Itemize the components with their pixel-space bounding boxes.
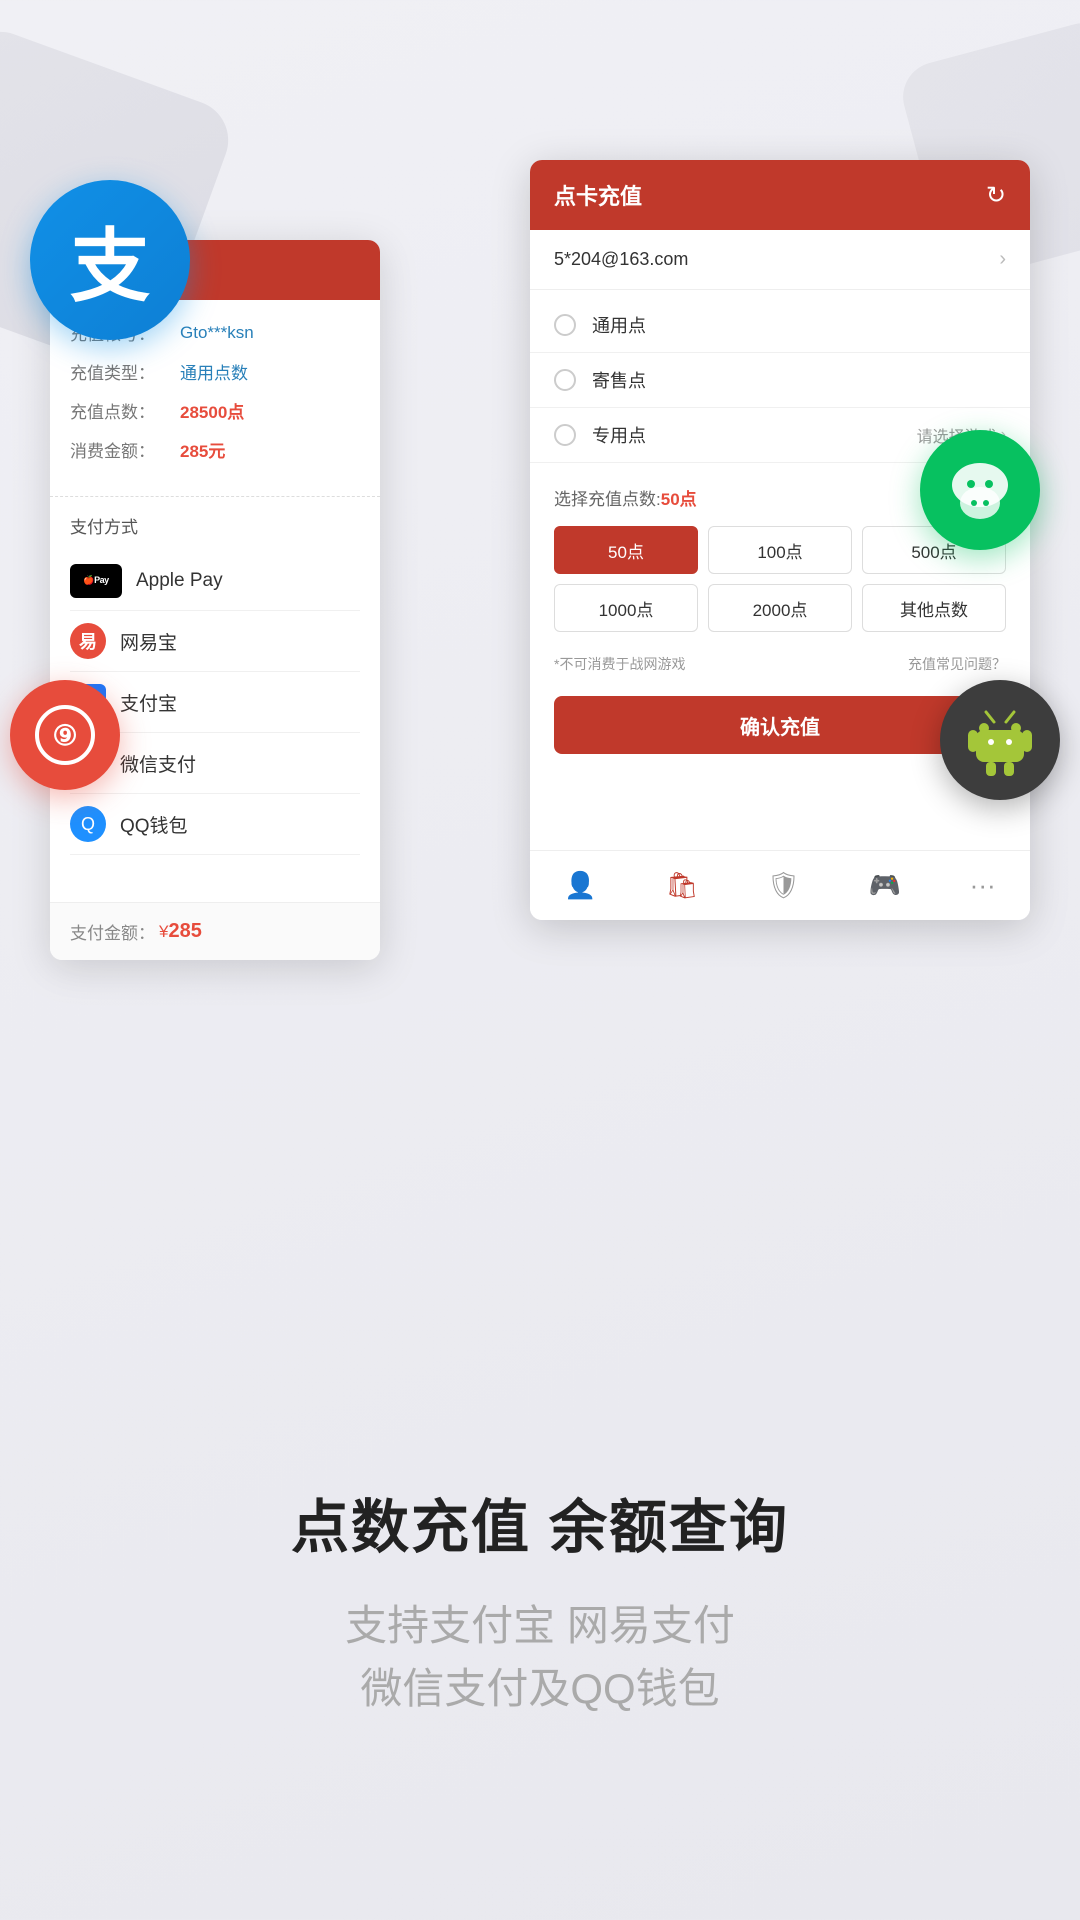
nav-more[interactable]: ···	[970, 870, 996, 901]
amount-label: 消费金额：	[70, 437, 180, 462]
email-value: 5*204@163.com	[554, 249, 688, 270]
points-value: 28500点	[180, 398, 244, 423]
points-btn-50[interactable]: 50点	[554, 526, 698, 574]
nav-shop[interactable]: 🛍	[665, 870, 698, 901]
qq-wallet-label: QQ钱包	[120, 811, 188, 838]
qq-icon: Q	[70, 806, 106, 842]
alipay-label: 支付宝	[120, 689, 177, 716]
type-value: 通用点数	[180, 359, 248, 384]
order-type-row: 充值类型： 通用点数	[70, 359, 360, 384]
float-alipay-icon: 支	[30, 180, 190, 340]
faq-link[interactable]: 充值常见问题？	[908, 654, 1006, 674]
points-btn-other[interactable]: 其他点数	[862, 584, 1006, 632]
apple-pay-icon: 🍎Pay	[70, 564, 122, 598]
left-card: 订单确认 充值帐号： Gto***ksn 充值类型： 通用点数 充值点数： 28…	[50, 240, 380, 960]
bottom-text-section: 点数充值 余额查询 支持支付宝 网易支付 微信支付及QQ钱包	[0, 1480, 1080, 1720]
points-selected-label: 50点	[661, 490, 697, 509]
wechat-svg	[945, 455, 1015, 525]
netease-icon: 易	[70, 623, 106, 659]
option-consignment-label: 寄售点	[592, 367, 646, 393]
order-points-row: 充值点数： 28500点	[70, 398, 360, 423]
total-symbol: ¥	[159, 922, 168, 942]
netease-pay-option[interactable]: 易 网易宝	[70, 611, 360, 672]
payment-title: 支付方式	[70, 513, 360, 538]
main-title: 点数充值 余额查询	[60, 1480, 1020, 1564]
apple-pay-label: Apple Pay	[136, 570, 223, 592]
right-card-title: 点卡充值	[554, 179, 642, 211]
disclaimer: *不可消费于战网游戏 充值常见问题？	[530, 648, 1030, 680]
option-general-label: 通用点	[592, 312, 646, 338]
confirm-button[interactable]: 确认充值	[554, 696, 1006, 754]
order-amount-row: 消费金额： 285元	[70, 437, 360, 462]
nav-game[interactable]: 🎮	[869, 870, 901, 901]
apple-pay-option[interactable]: 🍎Pay Apple Pay	[70, 552, 360, 611]
total-amount: 285	[168, 920, 201, 943]
alipay-char: 支	[70, 202, 150, 318]
qq-wallet-option[interactable]: Q QQ钱包	[70, 794, 360, 855]
option-general[interactable]: 通用点	[530, 298, 1030, 353]
svg-text:⑨: ⑨	[52, 720, 77, 751]
right-card-header: 点卡充值 ↻	[530, 160, 1030, 230]
radio-general	[554, 314, 576, 336]
option-consignment[interactable]: 寄售点	[530, 353, 1030, 408]
points-btn-1000[interactable]: 1000点	[554, 584, 698, 632]
sub-line-2: 微信支付及QQ钱包	[60, 1657, 1020, 1720]
sub-title: 支持支付宝 网易支付 微信支付及QQ钱包	[60, 1594, 1020, 1720]
disclaimer-text: *不可消费于战网游戏	[554, 654, 685, 674]
chevron-right-icon: ›	[999, 248, 1006, 271]
bottom-nav: 👤 🛍 🛡 🎮 ···	[530, 850, 1030, 920]
radio-special	[554, 424, 576, 446]
payment-section: 支付方式 🍎Pay Apple Pay 易 网易宝 支 支付宝 ✓ 微信支付	[50, 497, 380, 871]
nav-profile[interactable]: 👤	[564, 870, 596, 901]
email-row[interactable]: 5*204@163.com ›	[530, 230, 1030, 290]
wechat-pay-label: 微信支付	[120, 750, 196, 777]
netease-pay-label: 网易宝	[120, 628, 177, 655]
float-wechat-icon	[920, 430, 1040, 550]
option-special-label: 专用点	[592, 422, 646, 448]
float-android-icon	[940, 680, 1060, 800]
netease-svg: ⑨	[30, 700, 100, 770]
refresh-icon[interactable]: ↻	[986, 181, 1006, 210]
points-label: 充值点数：	[70, 398, 180, 423]
nav-shield[interactable]: 🛡	[767, 870, 800, 901]
total-label: 支付金额：	[70, 919, 155, 944]
radio-consignment	[554, 369, 576, 391]
screenshot-area: 订单确认 充值帐号： Gto***ksn 充值类型： 通用点数 充值点数： 28…	[50, 160, 1030, 980]
payment-total: 支付金额： ¥ 285	[50, 902, 380, 960]
points-btn-2000[interactable]: 2000点	[708, 584, 852, 632]
sub-line-1: 支持支付宝 网易支付	[60, 1594, 1020, 1657]
account-value: Gto***ksn	[180, 323, 254, 343]
float-netease-icon: ⑨	[10, 680, 120, 790]
points-btn-100[interactable]: 100点	[708, 526, 852, 574]
android-svg	[964, 704, 1036, 776]
type-label: 充值类型：	[70, 359, 180, 384]
amount-value: 285元	[180, 437, 225, 462]
